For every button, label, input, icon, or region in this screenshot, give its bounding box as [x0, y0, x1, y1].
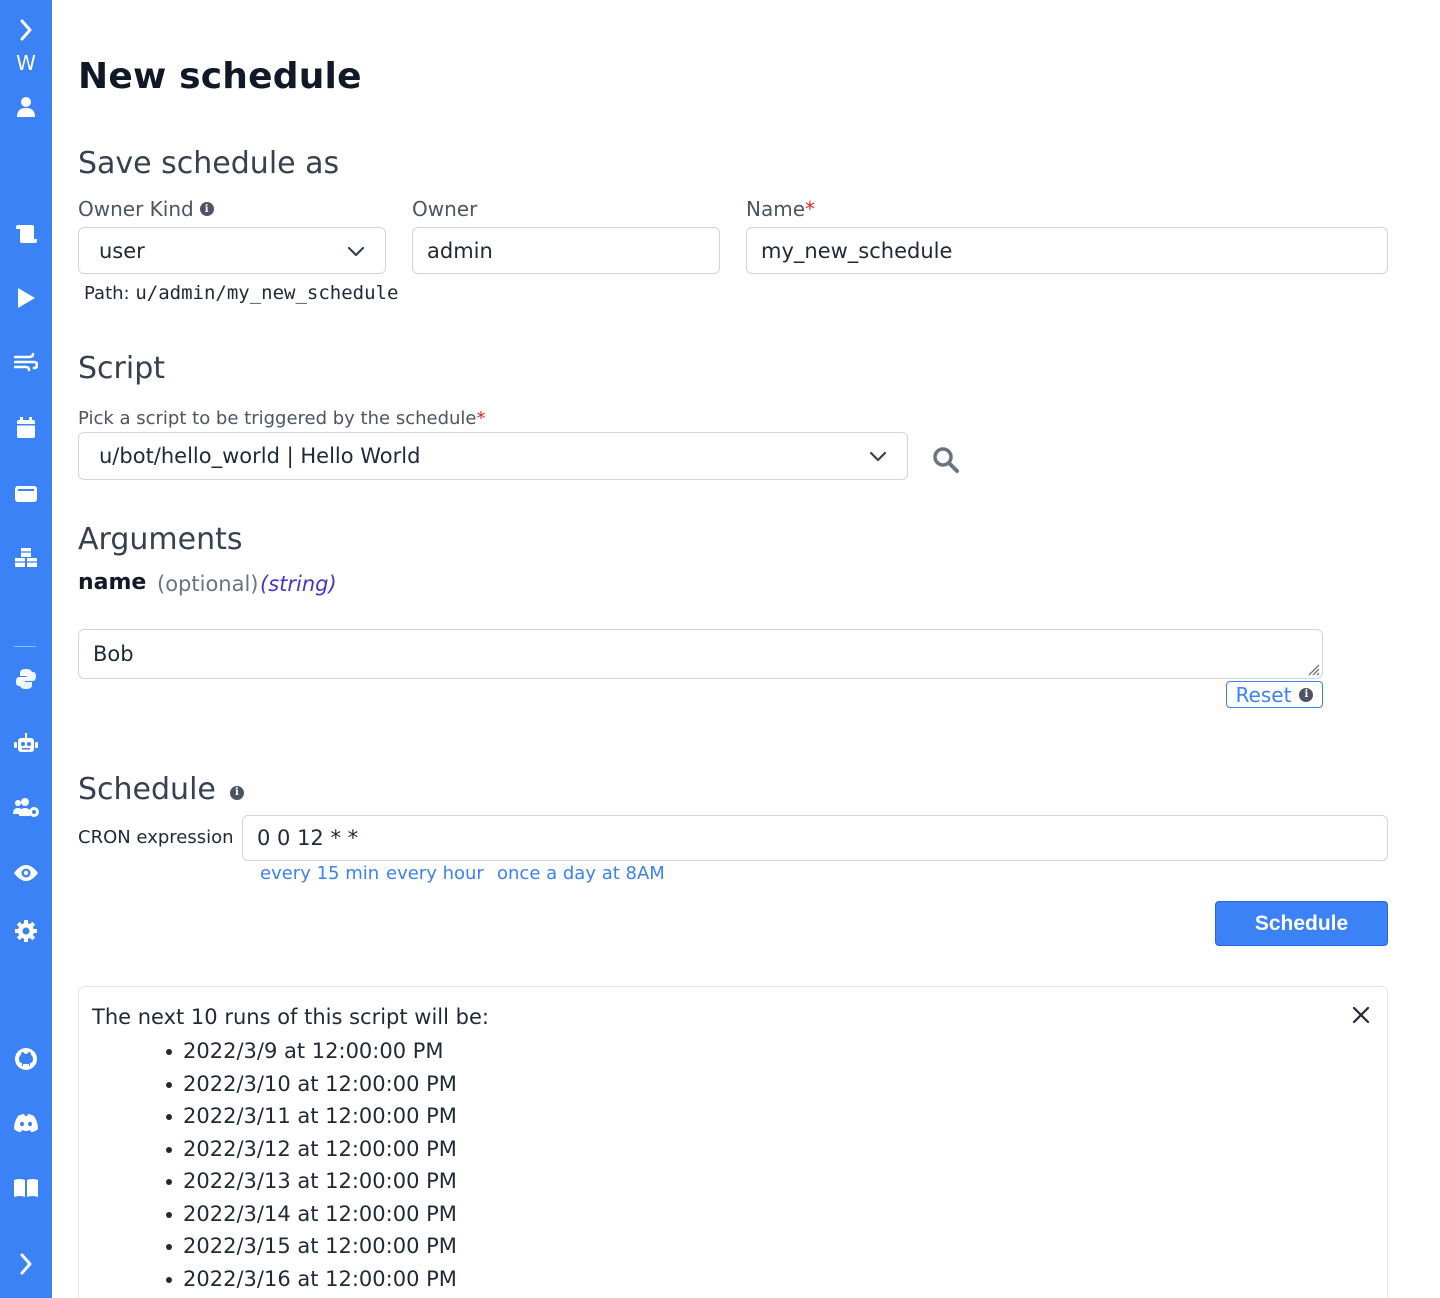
script-pick-label: Pick a script to be triggered by the sch… [78, 408, 486, 429]
page-title: New schedule [78, 56, 362, 97]
reset-button[interactable]: Reset i [1226, 681, 1323, 708]
eye-icon[interactable] [0, 860, 52, 886]
close-icon[interactable] [1351, 1005, 1371, 1025]
info-icon: i [1299, 687, 1314, 702]
brand-letter: W [16, 51, 36, 75]
python-icon[interactable] [0, 666, 52, 692]
save-as-title: Save schedule as [78, 146, 340, 181]
play-icon[interactable] [0, 286, 52, 310]
list-item: 2022/3/11 at 12:00:00 PM [166, 1100, 457, 1133]
schedule-button[interactable]: Schedule [1215, 901, 1388, 946]
resize-handle-icon[interactable] [1306, 662, 1320, 676]
path-text: Path: u/admin/my_new_schedule [84, 282, 399, 304]
scroll-icon[interactable] [0, 222, 52, 246]
list-item: 2022/3/9 at 12:00:00 PM [166, 1035, 457, 1068]
next-runs-title: The next 10 runs of this script will be: [92, 1005, 489, 1029]
info-icon[interactable]: i [229, 785, 244, 800]
arg-type: (string) [260, 572, 337, 596]
users-cog-icon[interactable] [0, 795, 52, 821]
script-select[interactable]: u/bot/hello_world | Hello World [78, 432, 908, 480]
schedule-title: Schedule i [78, 772, 244, 807]
owner-kind-select[interactable]: user [78, 227, 386, 274]
wind-icon[interactable] [0, 350, 52, 374]
github-icon[interactable] [0, 1046, 52, 1072]
preset-once-a-day[interactable]: once a day at 8AM [497, 863, 665, 884]
list-item: 2022/3/10 at 12:00:00 PM [166, 1068, 457, 1101]
list-item: 2022/3/14 at 12:00:00 PM [166, 1198, 457, 1231]
cubes-icon[interactable] [0, 545, 52, 571]
list-item: 2022/3/16 at 12:00:00 PM [166, 1263, 457, 1296]
arguments-title: Arguments [78, 522, 243, 557]
book-icon[interactable] [0, 1175, 52, 1201]
sidebar-divider [14, 646, 36, 647]
chevron-down-icon [869, 451, 887, 462]
info-icon[interactable]: i [199, 202, 214, 216]
wallet-icon[interactable] [0, 480, 52, 506]
chevron-right-icon[interactable] [0, 18, 52, 42]
preset-every-15-min[interactable]: every 15 min [260, 863, 379, 884]
owner-kind-label: Owner Kind i [78, 197, 214, 221]
list-item: 2022/3/13 at 12:00:00 PM [166, 1165, 457, 1198]
script-title: Script [78, 351, 166, 386]
cron-label: CRON expression [78, 827, 234, 848]
preset-every-hour[interactable]: every hour [386, 863, 484, 884]
cron-input[interactable]: 0 0 12 * * [242, 815, 1388, 861]
discord-icon[interactable] [0, 1110, 52, 1136]
chevron-right-icon[interactable] [0, 1252, 52, 1276]
robot-icon[interactable] [0, 730, 52, 756]
owner-input[interactable]: admin [412, 227, 720, 274]
list-item: 2022/3/12 at 12:00:00 PM [166, 1133, 457, 1166]
search-icon[interactable] [930, 444, 962, 476]
chevron-down-icon [347, 246, 365, 256]
user-icon[interactable] [0, 94, 52, 120]
arg-name: name [78, 570, 147, 595]
owner-label: Owner [412, 197, 478, 221]
arg-name-textarea[interactable]: Bob [78, 629, 1323, 679]
name-input[interactable]: my_new_schedule [746, 227, 1388, 274]
calendar-icon[interactable] [0, 415, 52, 441]
next-runs-panel: The next 10 runs of this script will be:… [78, 986, 1388, 1298]
arg-optional: (optional) [157, 572, 259, 596]
path-value: u/admin/my_new_schedule [135, 282, 399, 304]
list-item: 2022/3/15 at 12:00:00 PM [166, 1230, 457, 1263]
name-label: Name * [746, 197, 816, 221]
gear-icon[interactable] [0, 918, 52, 944]
sidebar: W [0, 0, 52, 1298]
next-runs-list: 2022/3/9 at 12:00:00 PM 2022/3/10 at 12:… [166, 1035, 457, 1296]
